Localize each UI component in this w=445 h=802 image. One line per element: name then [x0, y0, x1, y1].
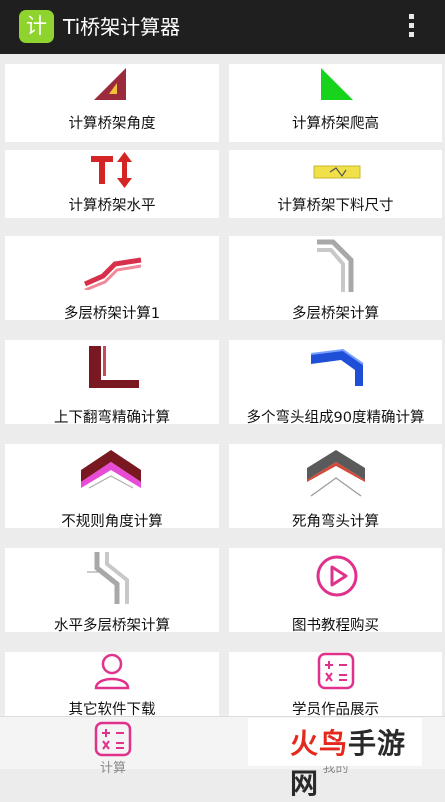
more-vertical-icon[interactable] [403, 14, 419, 40]
tile-label: 计算桥架爬高 [292, 116, 379, 132]
tile-label: 计算桥架水平 [68, 198, 156, 214]
tile-books-tutorial[interactable]: 图书教程购买 [229, 548, 442, 634]
tile-label: 图书教程购买 [292, 618, 379, 634]
tile-elbow-90[interactable]: 多个弯头组成90度精确计算 [229, 340, 442, 426]
multi-layer-bend-icon [317, 239, 354, 292]
tile-label: 计算桥架角度 [68, 116, 156, 132]
calculator-icon [317, 652, 355, 690]
tile-label: 多个弯头组成90度精确计算 [246, 410, 425, 426]
tile-bridge-cut-size[interactable]: 计算桥架下料尺寸 [229, 150, 442, 218]
tile-irregular-angle[interactable]: 不规则角度计算 [5, 444, 219, 530]
tile-label: 不规则角度计算 [61, 514, 163, 530]
tile-label: 计算桥架下料尺寸 [277, 198, 394, 214]
tile-label: 死角弯头计算 [292, 514, 379, 530]
user-icon [94, 653, 130, 690]
elbow-90-icon [310, 348, 364, 386]
irregular-angle-icon [81, 450, 141, 489]
watermark-brand-red: 火鸟 [290, 727, 349, 760]
tile-label: 水平多层桥架计算 [54, 618, 170, 634]
tile-other-software[interactable]: 其它软件下载 [5, 652, 219, 718]
multi-layer-tray-icon [83, 257, 142, 290]
app-logo: 计 [19, 10, 54, 43]
tile-bridge-angle[interactable]: 计算桥架角度 [5, 64, 219, 142]
tile-bridge-horizontal[interactable]: 计算桥架水平 [5, 150, 219, 218]
horizontal-multi-tray-icon [87, 552, 129, 604]
tile-label: 上下翻弯精确计算 [54, 410, 170, 426]
tile-label: 多层桥架计算 [292, 306, 379, 322]
tab-label: 计算 [99, 761, 126, 776]
watermark: 火鸟手游网 [248, 718, 422, 800]
app-bar: 计 Ti桥架计算器 [0, 0, 445, 54]
triangle-angle-icon [94, 68, 126, 100]
T-arrow-icon [91, 152, 132, 188]
tile-up-down-bend[interactable]: 上下翻弯精确计算 [5, 340, 219, 426]
tile-horizontal-multi[interactable]: 水平多层桥架计算 [5, 548, 219, 634]
tray-cut-icon [313, 165, 361, 179]
tile-multi-layer[interactable]: 多层桥架计算 [229, 236, 442, 322]
tile-label: 多层桥架计算1 [63, 306, 161, 322]
calculator-icon [94, 721, 132, 757]
tile-dead-corner[interactable]: 死角弯头计算 [229, 444, 442, 530]
up-down-bend-icon [89, 346, 139, 388]
dead-corner-elbow-icon [307, 450, 365, 497]
tile-multi-layer-1[interactable]: 多层桥架计算1 [5, 236, 219, 322]
app-title: Ti桥架计算器 [63, 15, 181, 39]
green-triangle-icon [321, 68, 353, 100]
tile-student-works[interactable]: 学员作品展示 [229, 652, 442, 718]
tab-calculate[interactable]: 计算 [0, 717, 226, 776]
play-icon [316, 555, 358, 597]
tile-bridge-climb[interactable]: 计算桥架爬高 [229, 64, 442, 142]
